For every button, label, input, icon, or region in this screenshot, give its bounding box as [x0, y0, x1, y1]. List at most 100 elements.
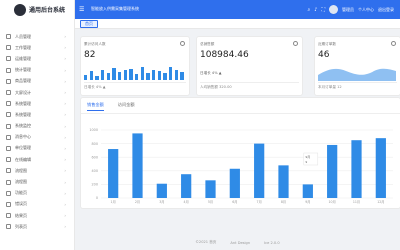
x-tick-label: 3月	[159, 200, 164, 204]
sidebar-item[interactable]: 列表页 ›	[0, 221, 74, 232]
sidebar-item-label: 消息中心	[15, 134, 31, 140]
divider	[200, 82, 299, 83]
sidebar-item[interactable]: 错误页 ›	[0, 199, 74, 210]
user-icon	[6, 34, 11, 40]
monitor-icon	[6, 123, 11, 129]
mini-bar	[152, 69, 156, 80]
x-tick-label: 10月	[329, 200, 336, 204]
card-value: 108984.46	[200, 50, 249, 60]
footer-link[interactable]: Ice 2.0.0	[264, 241, 280, 245]
list-icon	[6, 224, 11, 230]
breadcrumb: 智能放入供需采集管理系统	[91, 6, 139, 11]
info-icon[interactable]	[180, 41, 185, 46]
mini-bar-chart	[84, 65, 186, 80]
card-title: 累计访问人数	[84, 42, 106, 46]
mini-bar	[101, 69, 105, 80]
sidebar-item[interactable]: 统计管理 ›	[0, 65, 74, 76]
bar[interactable]	[205, 180, 216, 198]
x-tick-label: 6月	[232, 200, 237, 204]
sidebar-item[interactable]: 消息中心 ›	[0, 132, 74, 143]
sidebar-item[interactable]: 结果页 ›	[0, 210, 74, 221]
card-meta: 日增长 4% ▲	[200, 71, 222, 75]
sidebar-menu: 人员管理 › 工作管理 › 运维管理 › 统计管理 › 商品管理 › 大屏设计 › 系统管理 › 系统管理 ›…	[0, 19, 74, 232]
bar[interactable]	[302, 184, 313, 198]
sales-chart-panel: 销售金额 访问金额 0 200 400 600 800 1000 1月 2月 3月 4月 5月 6月 7…	[81, 98, 400, 208]
info-icon[interactable]	[293, 41, 298, 46]
sidebar-item[interactable]: 流程图 ›	[0, 176, 74, 187]
user-name[interactable]: 管理员	[342, 7, 354, 13]
sidebar-item-label: 列表页	[15, 223, 27, 229]
sidebar-item[interactable]: 流程图 ›	[0, 165, 74, 176]
bar[interactable]	[108, 149, 119, 198]
sidebar-item[interactable]: 工作管理 ›	[0, 42, 74, 53]
tab-home[interactable]: 首页	[80, 20, 98, 28]
chart-icon	[6, 67, 11, 73]
logo-text: 通用后台系统	[29, 7, 66, 14]
bar[interactable]	[327, 144, 338, 198]
bell-icon[interactable]: ♪	[314, 7, 317, 13]
info-icon[interactable]	[391, 41, 396, 46]
bar[interactable]	[229, 168, 240, 198]
sidebar-item[interactable]: 系统管理 ›	[0, 109, 74, 120]
sidebar-item-label: 功能页	[15, 190, 27, 196]
bar[interactable]	[278, 165, 289, 198]
warning-icon	[6, 201, 11, 207]
sidebar-item[interactable]: 单位管理 ›	[0, 143, 74, 154]
bar[interactable]	[351, 140, 362, 198]
fullscreen-icon[interactable]: ⛶	[321, 7, 325, 13]
sidebar-item[interactable]: 运维管理 ›	[0, 53, 74, 64]
mini-bar	[84, 74, 88, 80]
search-icon[interactable]: ⌕	[307, 7, 310, 13]
menu-toggle-icon[interactable]: ☰	[79, 6, 84, 13]
chevron-right-icon: ›	[64, 157, 66, 163]
y-tick-label: 0	[96, 196, 98, 200]
mini-bar	[140, 66, 145, 80]
bar[interactable]	[132, 133, 143, 198]
gear-icon	[6, 101, 11, 107]
mini-bar	[146, 72, 150, 80]
sidebar-item[interactable]: 人员管理 ›	[0, 31, 74, 42]
sidebar-item[interactable]: 系统管理 ›	[0, 98, 74, 109]
app-logo[interactable]: 通用后台系统	[0, 0, 74, 19]
bar[interactable]	[181, 174, 192, 198]
sidebar-item-label: 单位管理	[15, 145, 31, 151]
sidebar-item[interactable]: 商品管理 ›	[0, 76, 74, 87]
mini-bar	[123, 70, 128, 80]
chevron-right-icon: ›	[64, 101, 66, 107]
chevron-right-icon: ›	[64, 213, 66, 219]
mini-bar	[163, 73, 167, 80]
flow-icon	[6, 168, 11, 174]
tooltip-month: 9月	[305, 155, 310, 159]
bar[interactable]	[156, 183, 167, 198]
mini-bar	[106, 72, 111, 80]
user-center-link[interactable]: 个人中心	[358, 7, 374, 13]
sidebar-item[interactable]: 系统监控 ›	[0, 121, 74, 132]
mini-bar	[118, 71, 122, 80]
x-tick-label: 5月	[208, 200, 213, 204]
sidebar-item-label: 结果页	[15, 212, 27, 218]
sidebar-item-label: 系统管理	[15, 111, 31, 117]
settings-icon	[6, 112, 11, 118]
y-tick-label: 1000	[89, 128, 98, 132]
logo-icon	[14, 3, 26, 16]
bar[interactable]	[254, 143, 265, 198]
logout-link[interactable]: 退出登录	[378, 7, 394, 13]
sales-card: 总销售额 108984.46 日增长 4% ▲ 人均销售额 320.00	[197, 37, 302, 95]
mini-bar	[180, 71, 184, 80]
bar[interactable]	[375, 138, 386, 198]
monitor-icon	[6, 90, 11, 96]
chevron-right-icon: ›	[64, 67, 66, 73]
orders-card: 近期订单数 46 本月订单量 12	[315, 37, 400, 95]
sidebar-item[interactable]: 功能页 ›	[0, 188, 74, 199]
sidebar-item[interactable]: 在线编辑 ›	[0, 154, 74, 165]
sidebar-item[interactable]: 大屏设计 ›	[0, 87, 74, 98]
mini-bar	[95, 75, 99, 80]
avatar[interactable]	[329, 5, 338, 14]
footer-link[interactable]: ©2021 首页	[195, 240, 216, 245]
footer-link[interactable]: Ant Design	[230, 241, 250, 245]
flow-icon	[6, 179, 11, 185]
x-tick-label: 7月	[257, 200, 262, 204]
tab-strip: 首页	[75, 19, 400, 29]
page-icon	[6, 190, 11, 196]
mini-bar	[169, 67, 173, 80]
